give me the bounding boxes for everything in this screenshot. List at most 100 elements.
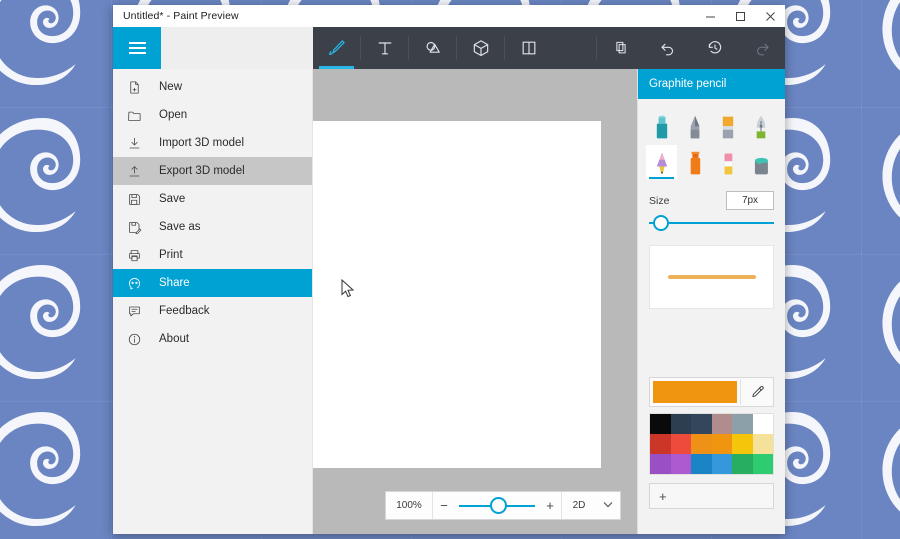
color-swatch[interactable] xyxy=(691,454,712,474)
brush-spray-can[interactable] xyxy=(679,145,710,179)
stroke-preview xyxy=(649,245,774,309)
print-icon xyxy=(127,248,153,263)
tool-text[interactable] xyxy=(361,27,408,69)
maximize-button[interactable] xyxy=(725,5,755,27)
minimize-button[interactable] xyxy=(695,5,725,27)
menu-item-feedback[interactable]: Feedback xyxy=(113,297,312,325)
color-swatch[interactable] xyxy=(650,454,671,474)
redo-button[interactable] xyxy=(738,27,785,69)
zoom-slider[interactable] xyxy=(455,492,539,519)
size-slider[interactable] xyxy=(649,214,774,232)
window-controls xyxy=(695,5,785,27)
color-swatch[interactable] xyxy=(711,414,732,434)
chevron-down-icon[interactable] xyxy=(596,500,620,511)
window-body: New Open Import 3D model Export 3D model Sav… xyxy=(113,69,785,534)
size-row: Size 7px xyxy=(638,183,785,210)
brush-oil-brush[interactable] xyxy=(713,109,744,143)
calligraphy-pen-icon xyxy=(690,115,700,139)
wallpaper-swirl-icon xyxy=(0,105,112,255)
menu-item-label: Feedback xyxy=(159,305,210,317)
color-swatch[interactable] xyxy=(650,414,671,434)
menu-item-label: Open xyxy=(159,109,188,121)
color-swatch[interactable] xyxy=(732,434,753,454)
color-swatch[interactable] xyxy=(732,454,753,474)
history-button[interactable] xyxy=(691,27,738,69)
color-swatch[interactable] xyxy=(670,454,691,474)
add-color-button[interactable]: + xyxy=(649,483,774,509)
color-swatch[interactable] xyxy=(752,454,773,474)
zoom-in-button[interactable]: + xyxy=(539,498,561,513)
menu-item-label: Export 3D model xyxy=(159,165,245,177)
menu-item-label: Save as xyxy=(159,221,201,233)
color-palette xyxy=(649,413,774,475)
wallpaper-swirl-icon xyxy=(0,399,112,539)
menu-item-save-as[interactable]: Save as xyxy=(113,213,312,241)
canvas-region[interactable]: 100% − + 2D xyxy=(313,69,637,534)
color-swatch[interactable] xyxy=(732,414,753,434)
view-mode-label[interactable]: 2D xyxy=(562,500,596,511)
menu-item-about[interactable]: About xyxy=(113,325,312,353)
zoom-percent-label: 100% xyxy=(396,500,422,511)
fountain-pen-icon xyxy=(757,115,766,139)
menu-item-export-3d-model[interactable]: Export 3D model xyxy=(113,157,312,185)
size-value-field[interactable]: 7px xyxy=(726,191,774,210)
tool-canvas[interactable] xyxy=(505,27,552,69)
size-slider-thumb[interactable] xyxy=(653,215,669,231)
close-button[interactable] xyxy=(755,5,785,27)
wallpaper-swirl-icon xyxy=(862,399,900,539)
color-swatch[interactable] xyxy=(752,414,773,434)
brush-fountain-pen[interactable] xyxy=(746,109,777,143)
menu-item-label: New xyxy=(159,81,183,93)
color-swatch[interactable] xyxy=(691,414,712,434)
tools-strip xyxy=(313,27,785,69)
brush-fill-bucket[interactable] xyxy=(746,145,777,179)
current-color-swatch[interactable] xyxy=(653,381,737,403)
folder-icon xyxy=(127,108,153,123)
hamburger-icon xyxy=(128,39,146,57)
eyedropper-icon[interactable] xyxy=(740,379,773,405)
tool-brushes[interactable] xyxy=(313,27,360,69)
tool-3d-shapes[interactable] xyxy=(457,27,504,69)
top-toolbar xyxy=(113,27,785,69)
color-swatch[interactable] xyxy=(670,434,691,454)
title-bar[interactable]: Untitled* - Paint Preview xyxy=(113,5,785,27)
share-icon xyxy=(127,276,153,291)
menu-item-print[interactable]: Print xyxy=(113,241,312,269)
color-swatch[interactable] xyxy=(691,434,712,454)
panel-title: Graphite pencil xyxy=(638,69,785,99)
fill-bucket-icon xyxy=(755,157,769,175)
hamburger-menu-button[interactable] xyxy=(113,27,161,69)
color-swatch[interactable] xyxy=(670,414,691,434)
color-swatch[interactable] xyxy=(711,434,732,454)
save-icon xyxy=(127,192,153,207)
color-swatch[interactable] xyxy=(752,434,773,454)
menu-item-new[interactable]: New xyxy=(113,73,312,101)
wallpaper-swirl-icon xyxy=(862,105,900,255)
menu-item-save[interactable]: Save xyxy=(113,185,312,213)
menu-item-share[interactable]: Share xyxy=(113,269,312,297)
wallpaper-swirl-icon xyxy=(862,0,900,108)
save-as-icon xyxy=(127,220,153,235)
zoom-toolbar: 100% − + 2D xyxy=(385,491,621,520)
wallpaper-swirl-icon xyxy=(0,0,112,108)
zoom-slider-thumb[interactable] xyxy=(490,497,507,514)
tool-2d-shapes[interactable] xyxy=(409,27,456,69)
brush-marker[interactable] xyxy=(646,109,677,143)
brush-pencil[interactable] xyxy=(646,145,678,179)
drawing-canvas[interactable] xyxy=(313,121,601,468)
menu-item-label: Save xyxy=(159,193,186,205)
undo-button[interactable] xyxy=(644,27,691,69)
brush-eraser[interactable] xyxy=(713,145,744,179)
paste-button[interactable] xyxy=(597,27,644,69)
brush-grid xyxy=(638,99,785,183)
color-swatch[interactable] xyxy=(711,454,732,474)
color-swatch[interactable] xyxy=(650,434,671,454)
menu-item-label: Share xyxy=(159,277,190,289)
wallpaper-swirl-icon xyxy=(862,252,900,402)
paint-preview-window: Untitled* - Paint Preview New Open Impor… xyxy=(113,5,785,534)
menu-item-open[interactable]: Open xyxy=(113,101,312,129)
zoom-out-button[interactable]: − xyxy=(433,498,455,513)
brush-calligraphy-pen[interactable] xyxy=(679,109,710,143)
menu-item-import-3d-model[interactable]: Import 3D model xyxy=(113,129,312,157)
size-label: Size xyxy=(649,194,670,207)
